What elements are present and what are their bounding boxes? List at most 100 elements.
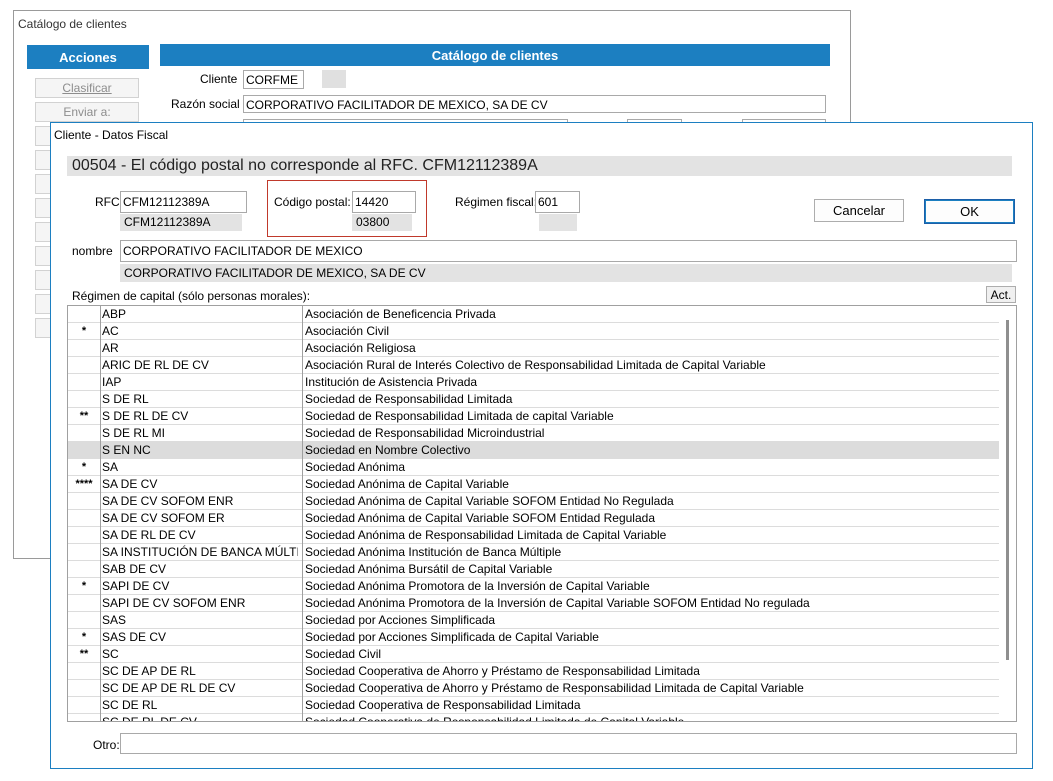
postal-code-current-value: 03800 [352, 214, 412, 231]
table-row[interactable]: SAPI DE CV SOFOM ENR Sociedad Anónima Pro… [68, 595, 1000, 612]
ok-button[interactable]: OK [924, 199, 1015, 224]
row-description: Sociedad de Responsabilidad Microindustr… [305, 426, 545, 440]
row-code: SC DE AP DE RL DE CV [102, 681, 236, 695]
table-row[interactable]: S DE RL Sociedad de Responsabilidad Limit… [68, 391, 1000, 408]
table-row[interactable]: SC DE RL Sociedad Cooperativa de Responsa… [68, 697, 1000, 714]
cliente-field[interactable]: CORFME [243, 70, 304, 89]
row-mark [68, 544, 100, 560]
table-row[interactable]: SC DE AP DE RL DE CV Sociedad Cooperativa… [68, 680, 1000, 697]
row-code: SA [102, 460, 119, 474]
row-description: Sociedad Anónima Institución de Banca Mú… [305, 545, 562, 559]
table-row[interactable]: SAS Sociedad por Acciones Simplificada [68, 612, 1000, 629]
row-description: Sociedad Civil [305, 647, 382, 661]
row-mark: ** [79, 648, 89, 660]
row-description: Sociedad Anónima Bursátil de Capital Var… [305, 562, 553, 576]
row-code: SAPI DE CV SOFOM ENR [102, 596, 246, 610]
row-mark: * [81, 631, 87, 643]
table-row[interactable]: * SA Sociedad Anónima [68, 459, 1000, 476]
scrollbar-thumb[interactable] [1006, 320, 1009, 660]
table-row[interactable]: ABP Asociación de Beneficencia Privada [68, 306, 1000, 323]
table-row[interactable]: SA INSTITUCIÓN DE BANCA MÚLTIPLE Sociedad… [68, 544, 1000, 561]
row-description: Sociedad por Acciones Simplificada de Ca… [305, 630, 599, 644]
column-divider [302, 306, 303, 721]
table-row[interactable]: SC DE RL DE CV Sociedad Cooperativa de Re… [68, 714, 1000, 722]
table-row[interactable]: S EN NC Sociedad en Nombre Colectivo [68, 442, 1000, 459]
column-divider [100, 306, 101, 721]
table-row[interactable]: * AC Asociación Civil [68, 323, 1000, 340]
window-title: Catálogo de clientes [18, 17, 127, 31]
error-banner: 00504 - El código postal no corresponde … [67, 156, 1012, 176]
row-code: IAP [102, 375, 122, 389]
rfc-label: RFC: [95, 195, 123, 209]
name-current-value: CORPORATIVO FACILITADOR DE MEXICO, SA DE… [120, 264, 1012, 282]
row-description: Sociedad Anónima Promotora de la Inversi… [305, 596, 810, 610]
cancel-button[interactable]: Cancelar [814, 199, 904, 222]
table-row[interactable]: ** S DE RL DE CV Sociedad de Responsabilid… [68, 408, 1000, 425]
classify-button[interactable]: Clasificar [35, 78, 139, 98]
table-row[interactable]: * SAPI DE CV Sociedad Anónima Promotora de… [68, 578, 1000, 595]
row-description: Sociedad Anónima de Capital Variable SOF… [305, 494, 674, 508]
other-field[interactable] [120, 733, 1017, 754]
row-code: SAS DE CV [102, 630, 167, 644]
table-row[interactable]: SA DE RL DE CV Sociedad Anónima de Respon… [68, 527, 1000, 544]
row-code: SA INSTITUCIÓN DE BANCA MÚLTIPLE [102, 545, 298, 559]
row-code: ARIC DE RL DE CV [102, 358, 209, 372]
row-code: SC [102, 647, 119, 661]
table-row[interactable]: **** SA DE CV Sociedad Anónima de Capital … [68, 476, 1000, 493]
table-row[interactable]: ** SC Sociedad Civil [68, 646, 1000, 663]
row-mark [68, 663, 100, 679]
cliente-label: Cliente [200, 72, 238, 86]
row-description: Sociedad Anónima de Responsabilidad Limi… [305, 528, 667, 542]
row-code: SAB DE CV [102, 562, 167, 576]
row-code: SA DE CV [102, 477, 158, 491]
row-description: Sociedad Cooperativa de Responsabilidad … [305, 715, 685, 722]
row-mark: * [81, 580, 87, 592]
postal-code-label: Código postal: [274, 195, 351, 209]
row-code: AR [102, 341, 119, 355]
send-to-button[interactable]: Enviar a: [35, 102, 139, 122]
row-description: Sociedad Anónima de Capital Variable SOF… [305, 511, 655, 525]
table-row[interactable]: AR Asociación Religiosa [68, 340, 1000, 357]
row-description: Sociedad de Responsabilidad Limitada de … [305, 409, 614, 423]
row-description: Asociación Civil [305, 324, 390, 338]
vertical-scrollbar[interactable] [999, 306, 1016, 721]
row-description: Sociedad en Nombre Colectivo [305, 443, 471, 457]
capital-regime-table[interactable]: ABP Asociación de Beneficencia Privada * AC… [67, 305, 1017, 722]
row-code: S DE RL [102, 392, 149, 406]
postal-code-field[interactable]: 14420 [352, 191, 416, 213]
row-description: Sociedad Anónima de Capital Variable [305, 477, 509, 491]
razon-social-field[interactable]: CORPORATIVO FACILITADOR DE MEXICO, SA DE… [243, 95, 826, 113]
row-mark [68, 493, 100, 509]
row-mark: ** [79, 410, 89, 422]
table-row[interactable]: SA DE CV SOFOM ENR Sociedad Anónima de Ca… [68, 493, 1000, 510]
table-row[interactable]: S DE RL MI Sociedad de Responsabilidad Mi… [68, 425, 1000, 442]
row-mark [68, 374, 100, 390]
row-mark [68, 680, 100, 696]
row-mark [68, 595, 100, 611]
row-code: SAS [102, 613, 127, 627]
cliente-lookup[interactable] [322, 70, 346, 88]
row-mark [68, 697, 100, 713]
row-mark [68, 357, 100, 373]
row-mark: **** [75, 478, 93, 490]
row-code: SC DE AP DE RL [102, 664, 196, 678]
razon-social-label: Razón social [171, 97, 240, 111]
row-description: Asociación Religiosa [305, 341, 416, 355]
capital-regime-label: Régimen de capital (sólo personas morale… [72, 289, 311, 303]
tax-regime-field[interactable]: 601 [535, 191, 580, 213]
rfc-field[interactable]: CFM12112389A [120, 191, 247, 213]
table-row[interactable]: ARIC DE RL DE CV Asociación Rural de Inte… [68, 357, 1000, 374]
name-field[interactable]: CORPORATIVO FACILITADOR DE MEXICO [120, 240, 1017, 262]
table-row[interactable]: * SAS DE CV Sociedad por Acciones Simplifi… [68, 629, 1000, 646]
table-row[interactable]: SA DE CV SOFOM ER Sociedad Anónima de Cap… [68, 510, 1000, 527]
table-row[interactable]: SAB DE CV Sociedad Anónima Bursátil de Ca… [68, 561, 1000, 578]
row-mark [68, 510, 100, 526]
row-mark [68, 391, 100, 407]
refresh-button[interactable]: Act. [986, 286, 1016, 303]
table-row[interactable]: IAP Institución de Asistencia Privada [68, 374, 1000, 391]
row-mark: * [81, 325, 87, 337]
row-code: SAPI DE CV [102, 579, 170, 593]
row-code: SA DE CV SOFOM ENR [102, 494, 234, 508]
row-code: SA DE RL DE CV [102, 528, 196, 542]
table-row[interactable]: SC DE AP DE RL Sociedad Cooperativa de Ah… [68, 663, 1000, 680]
